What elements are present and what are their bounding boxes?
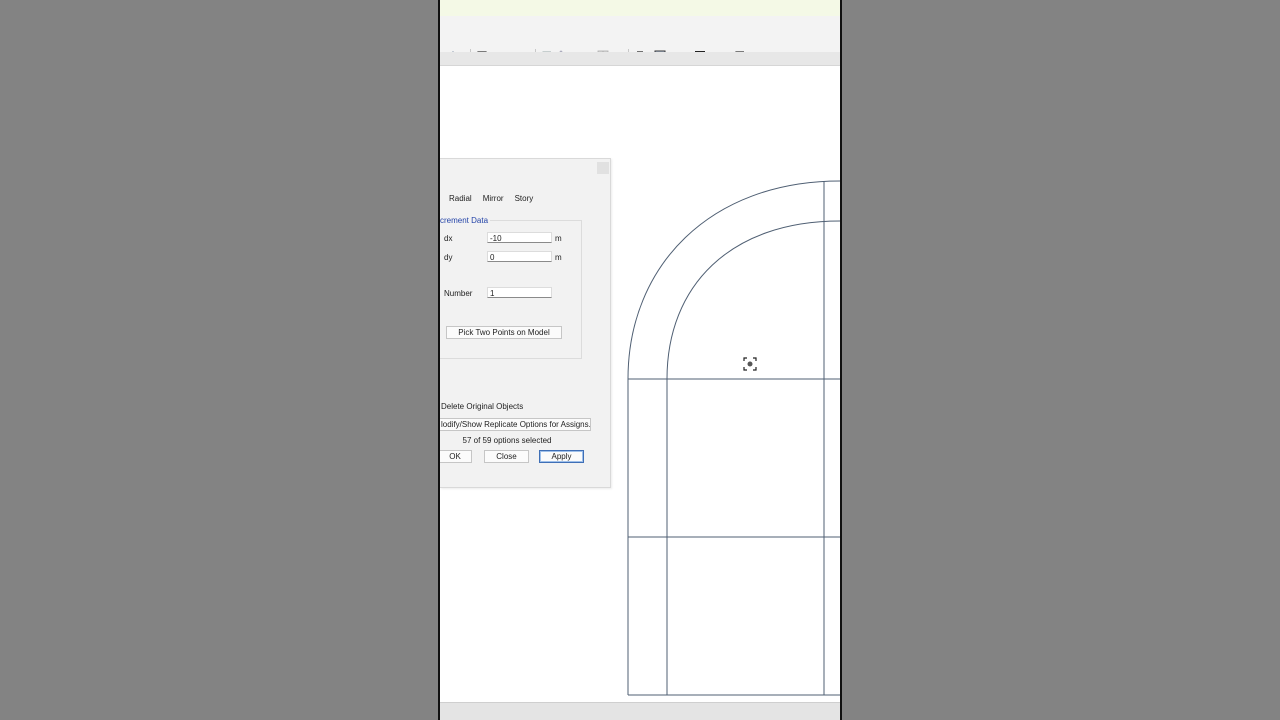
dx-unit: m bbox=[555, 234, 562, 243]
dx-label: dx bbox=[444, 234, 453, 243]
replicate-tabs: Radial Mirror Story bbox=[449, 194, 533, 203]
apply-button[interactable]: Apply bbox=[539, 450, 584, 463]
dy-label: dy bbox=[444, 253, 453, 262]
dialog-close-icon[interactable] bbox=[597, 162, 609, 174]
title-bar bbox=[440, 0, 840, 16]
toolbar-area: ▾ ▾ bbox=[440, 16, 840, 63]
ok-button[interactable]: OK bbox=[440, 450, 472, 463]
dy-unit: m bbox=[555, 253, 562, 262]
right-letterbox bbox=[842, 0, 1280, 720]
options-selected-text: 57 of 59 options selected bbox=[462, 436, 552, 445]
app-window: ▾ ▾ bbox=[440, 0, 840, 720]
modify-replicate-options-button[interactable]: lodify/Show Replicate Options for Assign… bbox=[440, 418, 591, 431]
status-bar bbox=[440, 702, 840, 720]
left-letterbox bbox=[0, 0, 438, 720]
increment-data-title: crement Data bbox=[440, 216, 491, 225]
inner-arch-line bbox=[666, 220, 840, 380]
number-label: Number bbox=[444, 289, 473, 298]
toolbar-bottom-strip bbox=[440, 52, 840, 66]
right-edge bbox=[840, 0, 842, 720]
outer-arch-line bbox=[627, 180, 840, 380]
close-button[interactable]: Close bbox=[484, 450, 529, 463]
number-field[interactable]: 1 bbox=[487, 287, 552, 298]
replicate-dialog: Radial Mirror Story crement Data dx -10 … bbox=[440, 158, 611, 488]
dy-field[interactable]: 0 bbox=[487, 251, 552, 262]
tab-radial[interactable]: Radial bbox=[449, 194, 472, 203]
delete-original-objects-checkbox[interactable]: Delete Original Objects bbox=[441, 402, 523, 411]
pan-cursor-icon bbox=[743, 357, 757, 371]
tab-story[interactable]: Story bbox=[515, 194, 534, 203]
pick-two-points-button[interactable]: Pick Two Points on Model bbox=[446, 326, 562, 339]
tab-mirror[interactable]: Mirror bbox=[483, 194, 504, 203]
dx-field[interactable]: -10 bbox=[487, 232, 552, 243]
